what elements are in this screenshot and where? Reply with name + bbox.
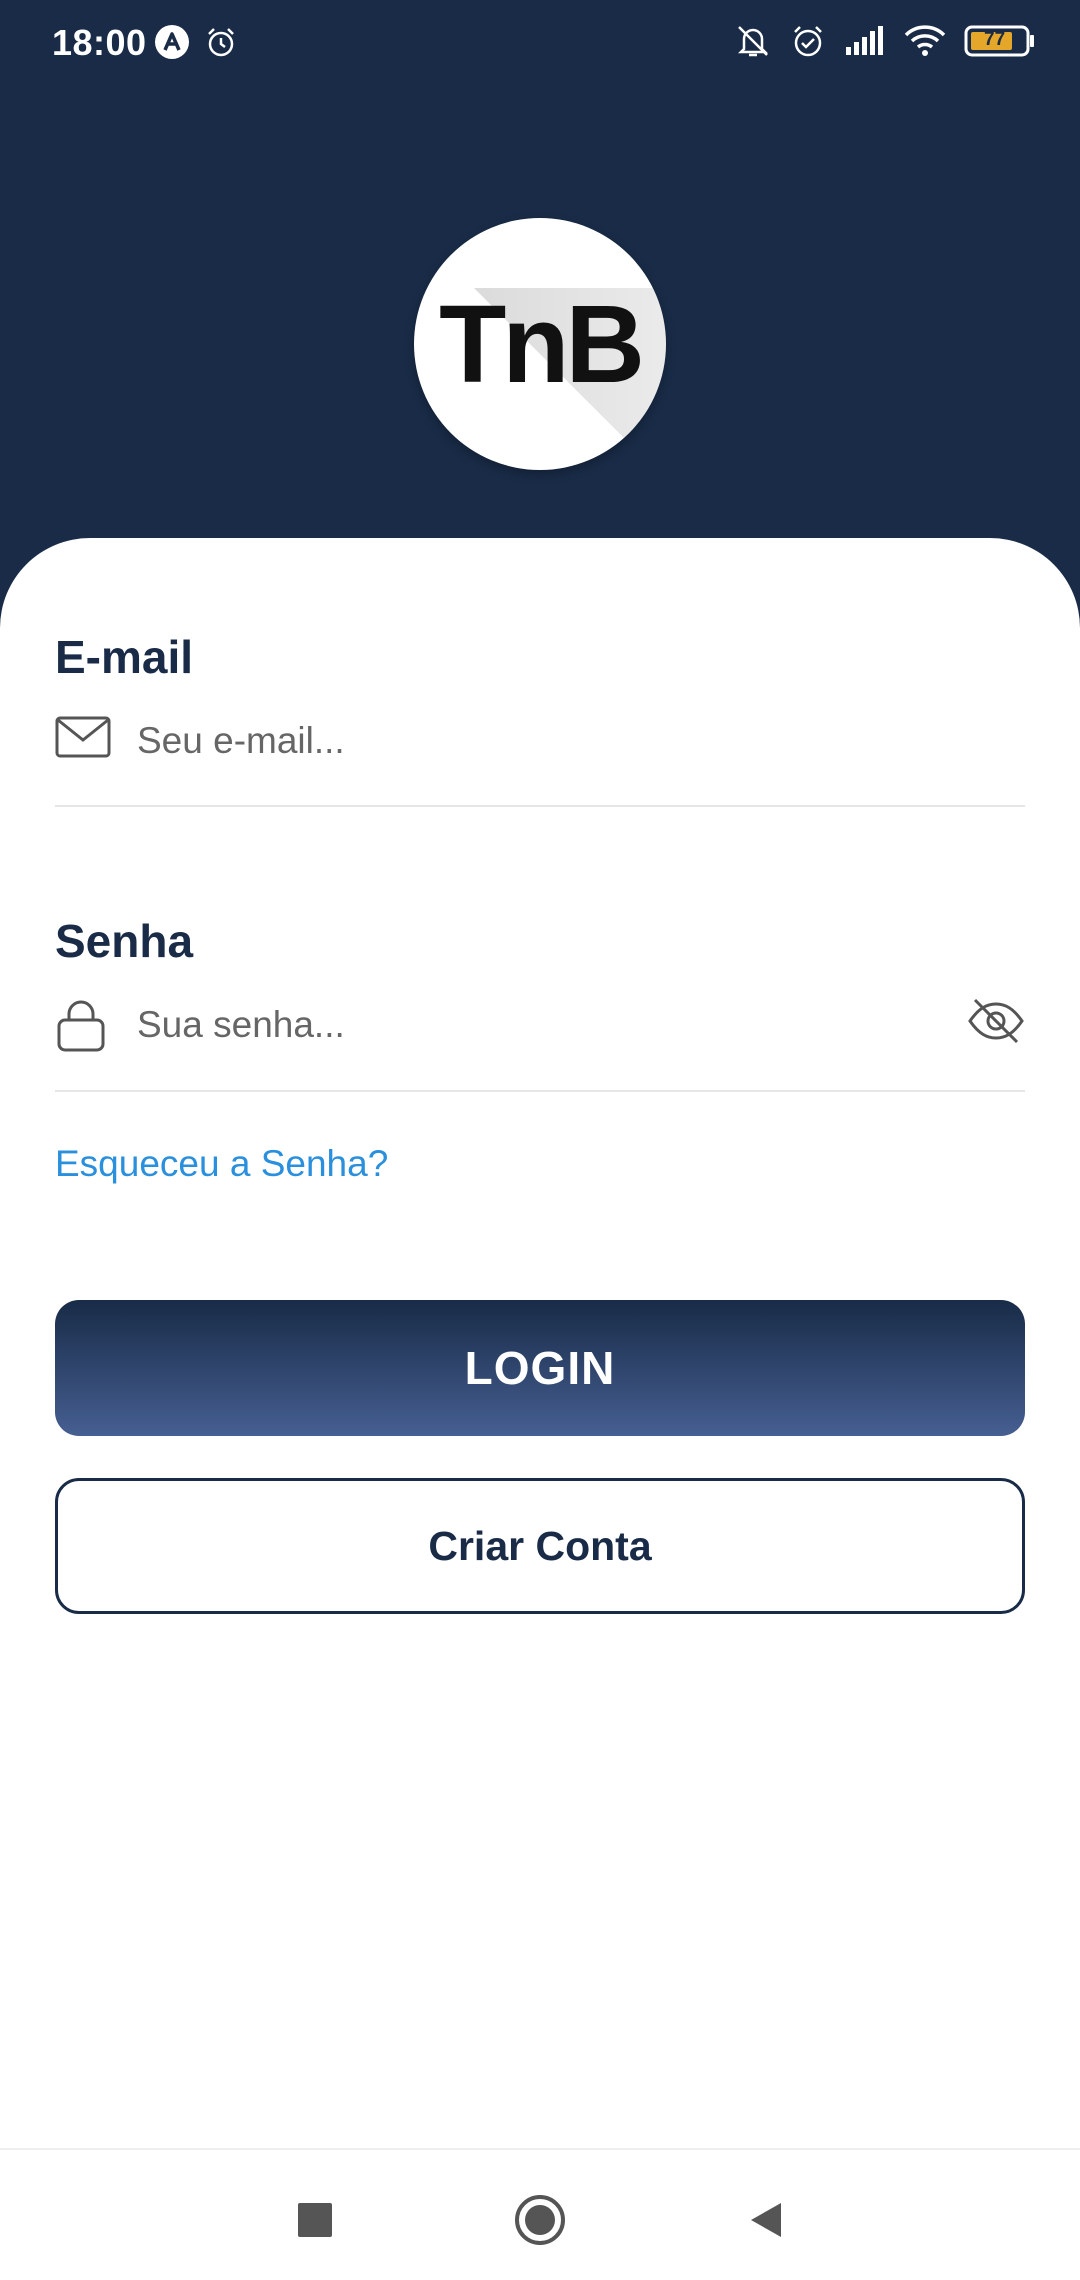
back-triangle-icon[interactable] <box>735 2190 795 2250</box>
logo-text: TnB <box>439 283 645 406</box>
bell-off-icon <box>734 22 772 60</box>
app-a-icon <box>154 24 190 60</box>
password-divider <box>55 1090 1025 1092</box>
email-field-row <box>55 706 1025 776</box>
alarm-icon <box>790 23 826 59</box>
create-account-button[interactable]: Criar Conta <box>55 1478 1025 1614</box>
system-nav-bar <box>0 2148 1080 2280</box>
battery-icon: 77 <box>964 24 1036 58</box>
login-screen: 18:00 77 TnB E-mail Seu e-mail... Senha … <box>0 0 1080 2280</box>
eye-off-icon[interactable] <box>967 996 1025 1051</box>
email-divider <box>55 805 1025 807</box>
mail-icon <box>55 714 111 765</box>
app-logo: TnB <box>414 218 666 470</box>
status-time: 18:00 <box>52 22 147 63</box>
forgot-password-link[interactable]: Esqueceu a Senha? <box>55 1143 388 1185</box>
lock-icon <box>55 998 107 1059</box>
battery-level: 77 <box>984 29 1006 50</box>
password-input[interactable] <box>137 990 917 1060</box>
wifi-icon <box>904 24 946 58</box>
email-input[interactable] <box>137 706 917 776</box>
email-label: E-mail <box>55 631 194 683</box>
password-label: Senha <box>55 915 194 967</box>
recents-square-icon[interactable] <box>285 2190 345 2250</box>
status-bar: 18:00 77 <box>0 0 1080 90</box>
signal-icon <box>844 25 886 57</box>
password-field-row <box>55 990 1025 1060</box>
home-circle-icon[interactable] <box>510 2190 570 2250</box>
login-button[interactable]: LOGIN <box>55 1300 1025 1436</box>
alarm-icon <box>204 25 238 59</box>
status-left-icons <box>154 24 238 60</box>
status-right-icons: 77 <box>734 22 1036 60</box>
